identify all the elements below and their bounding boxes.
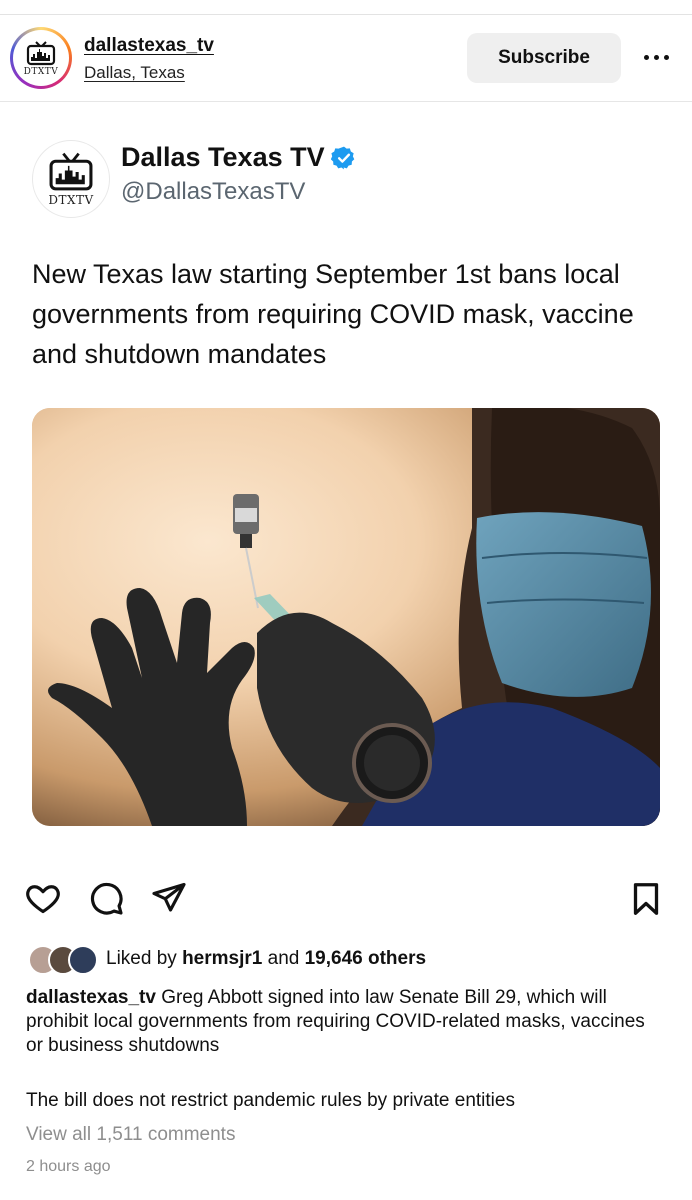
avatar [68, 945, 98, 975]
subscribe-button[interactable]: Subscribe [467, 33, 621, 83]
profile-avatar[interactable]: DTXTV [10, 27, 72, 89]
post-header: DTXTV dallastexas_tv Dallas, Texas Subsc… [0, 15, 692, 102]
tweet-handle: @DallasTexasTV [121, 178, 306, 205]
post-timestamp: 2 hours ago [26, 1158, 111, 1175]
more-icon[interactable] [642, 55, 672, 63]
tweet-display-name: Dallas Texas TV [121, 142, 357, 173]
tweet-logo-text: DTXTV [48, 192, 94, 207]
heart-icon[interactable] [24, 880, 62, 916]
share-icon[interactable] [150, 880, 188, 916]
caption-username[interactable]: dallastexas_tv [26, 987, 156, 1008]
vaccine-photo [32, 408, 660, 826]
tv-logo-icon [49, 152, 93, 190]
likes-prefix: Liked by [106, 948, 177, 969]
post-location[interactable]: Dallas, Texas [84, 63, 185, 83]
bookmark-icon[interactable] [628, 880, 664, 918]
caption-text-2: The bill does not restrict pandemic rule… [26, 1090, 515, 1111]
likes-text: Liked by hermsjr1 and 19,646 others [106, 948, 426, 970]
tweet-image[interactable] [32, 408, 660, 826]
tweet-display-name-text: Dallas Texas TV [121, 142, 325, 172]
verified-badge-icon [330, 146, 354, 169]
tweet-avatar: DTXTV [32, 140, 110, 218]
post-caption: dallastexas_tv Greg Abbott signed into l… [26, 986, 666, 1058]
avatar-logo-text: DTXTV [23, 66, 59, 77]
comment-icon[interactable] [88, 880, 124, 916]
liked-by-user[interactable]: hermsjr1 [182, 948, 262, 969]
likes-row[interactable]: Liked by hermsjr1 and 19,646 others [28, 944, 426, 975]
view-all-comments-link[interactable]: View all 1,511 comments [26, 1124, 235, 1146]
post-username[interactable]: dallastexas_tv [84, 35, 214, 57]
likes-count[interactable]: 19,646 others [305, 948, 426, 969]
tv-logo-icon [26, 40, 56, 65]
likes-and: and [267, 948, 300, 969]
post-actions [0, 880, 692, 930]
liked-by-avatars [28, 945, 100, 975]
tweet-text: New Texas law starting September 1st ban… [32, 259, 634, 369]
